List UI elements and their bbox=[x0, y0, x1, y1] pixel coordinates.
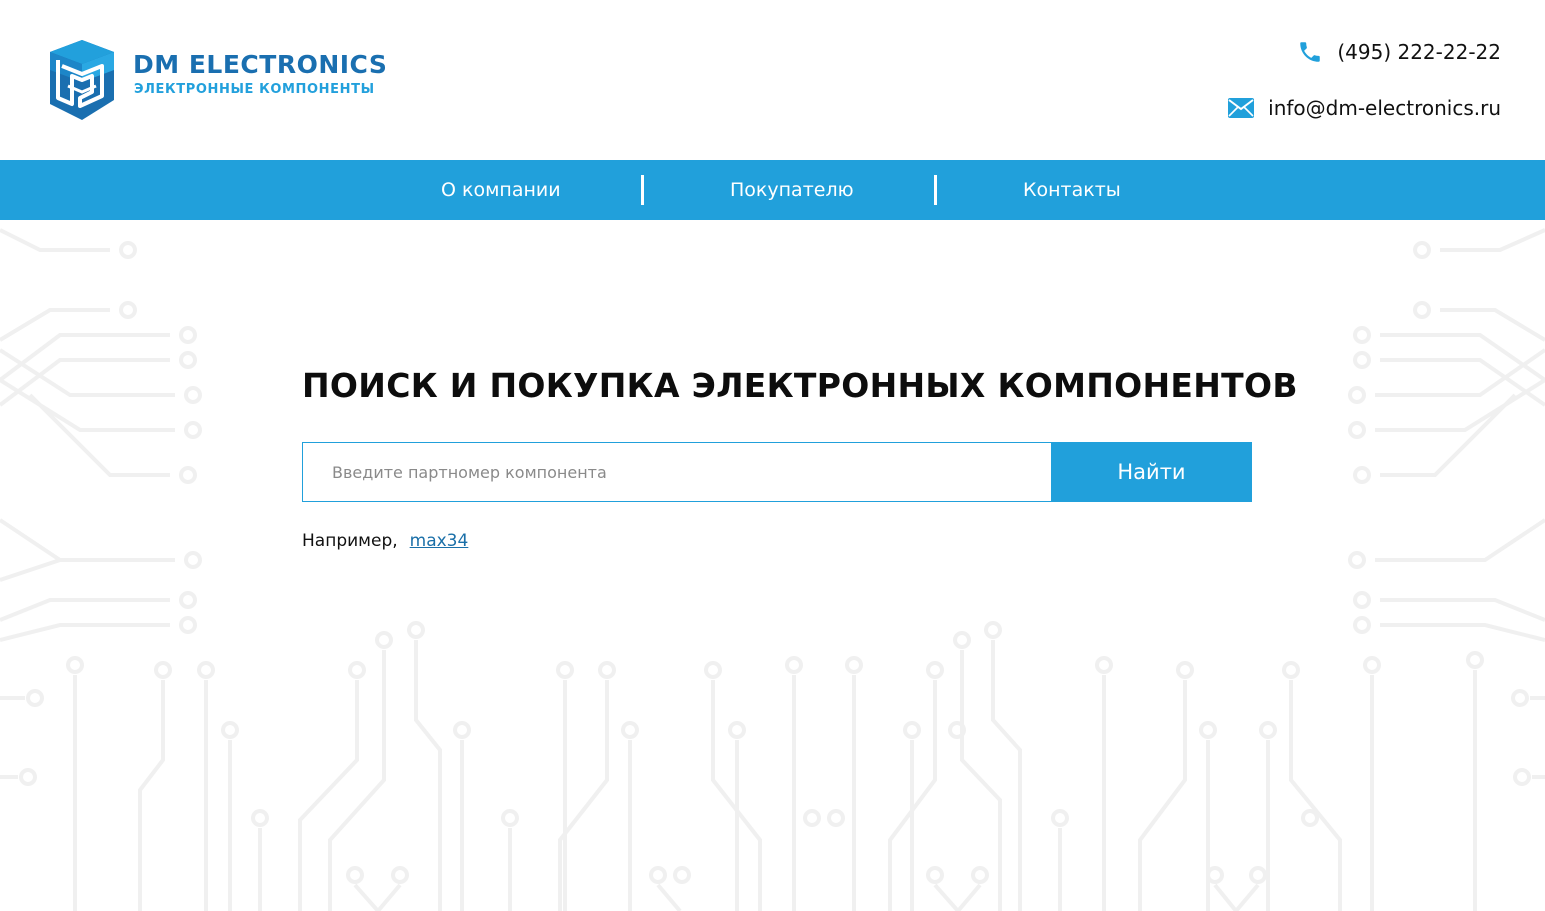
logo-title: DM ELECTRONICS bbox=[133, 50, 388, 79]
phone-icon bbox=[1300, 42, 1321, 62]
site-logo[interactable]: DM ELECTRONICS ЭЛЕКТРОННЫЕ КОМПОНЕНТЫ bbox=[50, 40, 410, 120]
nav-item-buyers[interactable]: Покупателю bbox=[730, 160, 854, 220]
email-address: info@dm-electronics.ru bbox=[1268, 96, 1501, 120]
page-title: ПОИСК И ПОКУПКА ЭЛЕКТРОННЫХ КОМПОНЕНТОВ bbox=[302, 366, 1298, 405]
page: DM ELECTRONICS ЭЛЕКТРОННЫЕ КОМПОНЕНТЫ (4… bbox=[0, 0, 1545, 911]
nav-divider bbox=[641, 175, 644, 205]
search-button[interactable]: Найти bbox=[1051, 442, 1252, 502]
site-header: DM ELECTRONICS ЭЛЕКТРОННЫЕ КОМПОНЕНТЫ (4… bbox=[0, 0, 1545, 160]
main-nav: О компании Покупателю Контакты bbox=[0, 160, 1545, 220]
email-link[interactable]: info@dm-electronics.ru bbox=[1228, 93, 1501, 123]
dm-logo-icon bbox=[50, 40, 114, 120]
search-example: Например, max34 bbox=[302, 531, 468, 551]
nav-item-contacts[interactable]: Контакты bbox=[1023, 160, 1121, 220]
nav-item-about[interactable]: О компании bbox=[441, 160, 561, 220]
phone-number: (495) 222-22-22 bbox=[1337, 40, 1501, 64]
example-link[interactable]: max34 bbox=[410, 531, 469, 551]
nav-divider bbox=[934, 175, 937, 205]
envelope-icon bbox=[1228, 98, 1255, 118]
phone-link[interactable]: (495) 222-22-22 bbox=[1297, 37, 1501, 67]
circuit-background bbox=[0, 228, 1545, 911]
search-field-wrapper bbox=[302, 442, 1052, 502]
logo-tagline: ЭЛЕКТРОННЫЕ КОМПОНЕНТЫ bbox=[134, 82, 375, 97]
example-label: Например, bbox=[302, 531, 398, 551]
search-input[interactable] bbox=[303, 443, 1051, 501]
